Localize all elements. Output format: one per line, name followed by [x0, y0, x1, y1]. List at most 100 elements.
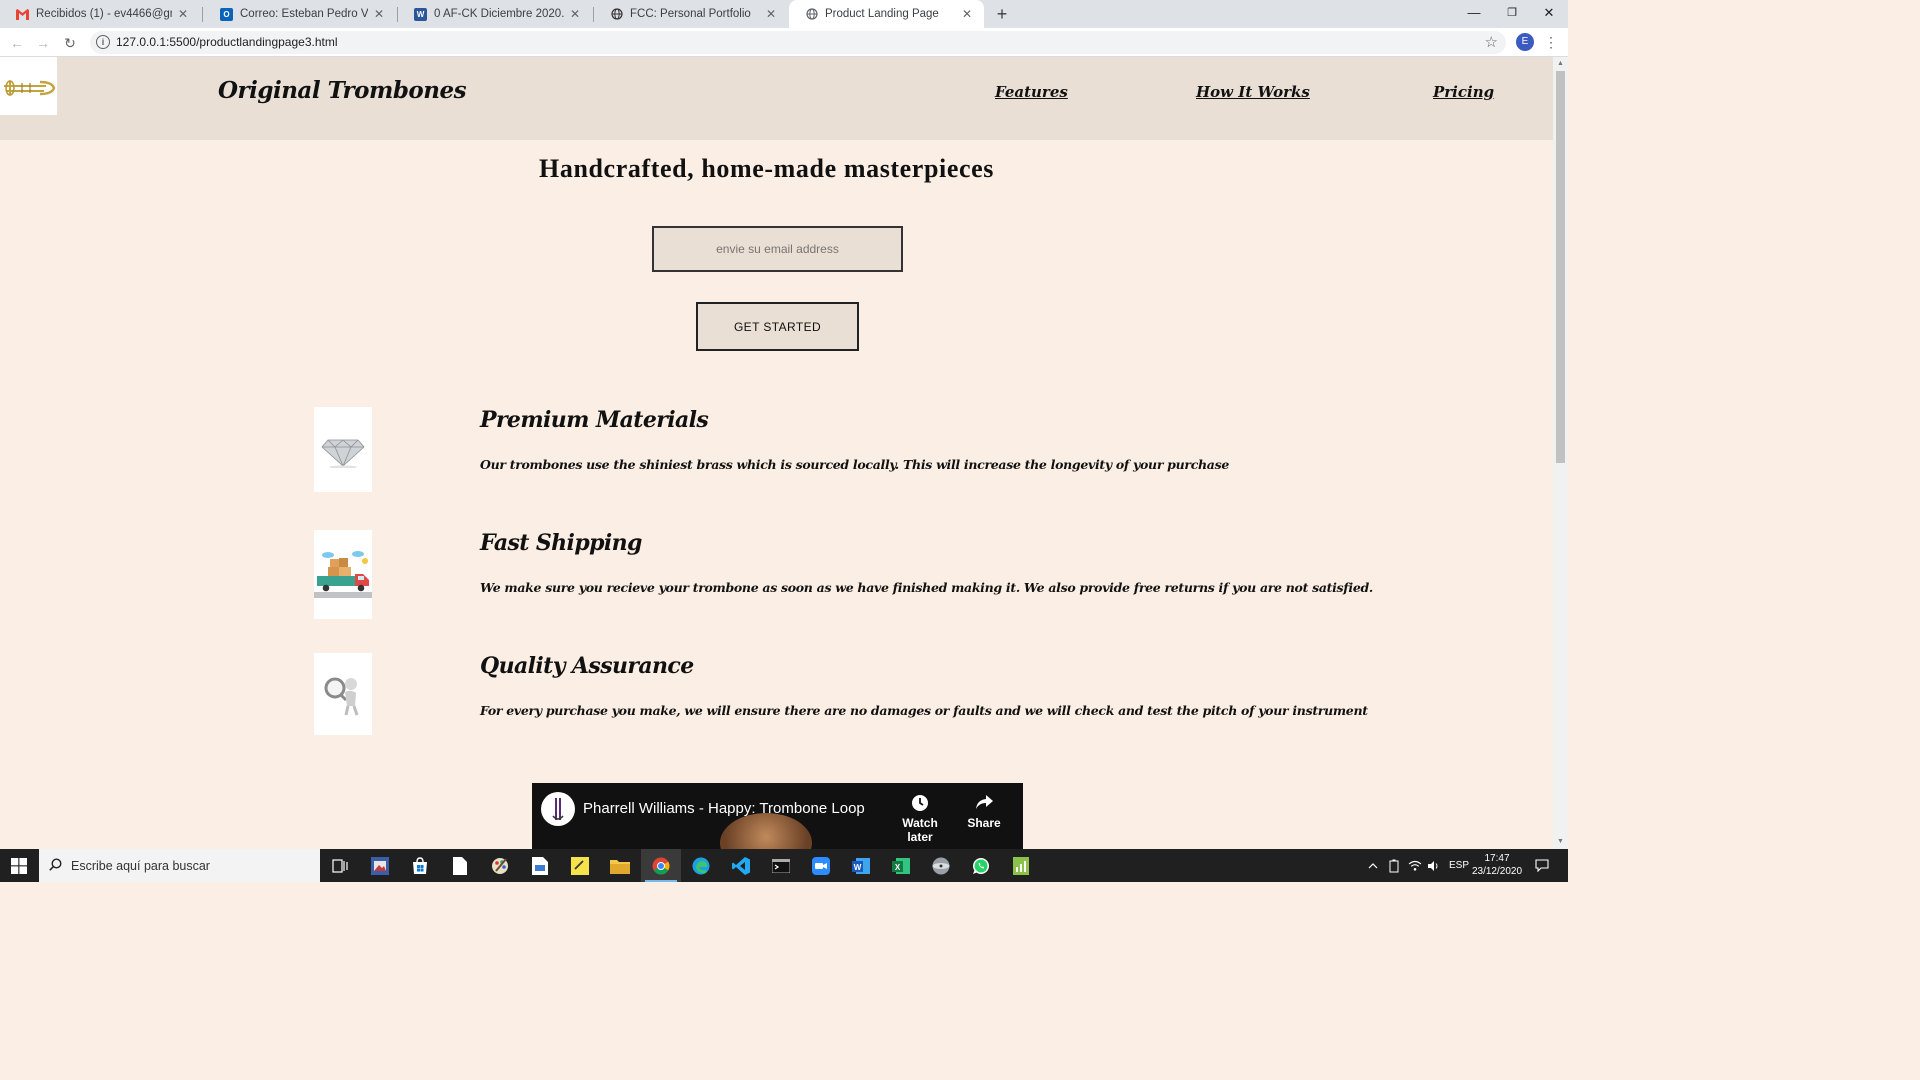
forward-arrow-icon[interactable]: → — [33, 33, 53, 53]
gmail-icon — [16, 8, 29, 21]
feature-description: For every purchase you make, we will ens… — [480, 703, 1368, 718]
maximize-button[interactable]: ❐ — [1493, 0, 1531, 28]
clock-time: 17:47 — [1484, 853, 1510, 864]
browser-tab-active[interactable]: Product Landing Page ✕ — [789, 0, 984, 28]
feature-description: We make sure you recieve your trombone a… — [480, 580, 1373, 595]
task-view-icon[interactable] — [320, 849, 360, 882]
feature-image — [314, 407, 372, 492]
bookmark-star-icon[interactable]: ☆ — [1485, 33, 1498, 51]
tab-divider — [202, 7, 203, 22]
chevron-up-icon — [1368, 862, 1378, 868]
window-close-button[interactable]: ✕ — [1530, 0, 1568, 28]
store-icon[interactable] — [400, 849, 440, 882]
profile-avatar[interactable]: E — [1516, 33, 1534, 51]
clock-icon — [888, 794, 952, 814]
word-icon[interactable]: W — [841, 849, 881, 882]
minimize-button[interactable]: — — [1455, 0, 1493, 28]
reload-icon[interactable]: ↻ — [60, 33, 80, 53]
volume-icon[interactable] — [1427, 849, 1440, 882]
excel-icon[interactable]: X — [881, 849, 921, 882]
browser-tab[interactable]: W 0 AF-CK Diciembre 2020.docx - Microsof… — [398, 0, 592, 28]
tab-title: Product Landing Page — [825, 8, 939, 20]
close-icon[interactable]: ✕ — [176, 7, 190, 21]
tab-title: Recibidos (1) - ev4466@gmail.com — [36, 8, 172, 20]
search-placeholder: Escribe aquí para buscar — [71, 858, 210, 873]
feature-title: Fast Shipping — [480, 530, 642, 556]
new-tab-button[interactable]: + — [992, 4, 1012, 24]
svg-text:W: W — [854, 863, 862, 872]
notification-icon[interactable] — [1535, 849, 1549, 882]
site-brand[interactable]: Original Trombones — [218, 77, 467, 104]
wifi-icon[interactable] — [1408, 849, 1422, 882]
language-indicator[interactable]: ESP — [1449, 849, 1469, 882]
svg-text:X: X — [895, 863, 901, 872]
tab-title: Correo: Esteban Pedro Villar - Outlook — [240, 8, 368, 20]
delivery-truck-icon — [314, 550, 372, 598]
scroll-down-arrow-icon[interactable]: ▼ — [1553, 835, 1568, 849]
paint-icon[interactable] — [480, 849, 520, 882]
feature-title: Premium Materials — [480, 407, 709, 433]
browser-tab[interactable]: Recibidos (1) - ev4466@gmail.com ✕ — [0, 0, 200, 28]
site-header: Original Trombones Features How It Works… — [0, 57, 1553, 140]
browser-tab-strip: Recibidos (1) - ev4466@gmail.com ✕ O Cor… — [0, 0, 1568, 28]
feature-description: Our trombones use the shiniest brass whi… — [480, 457, 1229, 472]
video-title[interactable]: Pharrell Williams - Happy: Trombone Loop — [583, 800, 865, 817]
zoom-icon[interactable] — [801, 849, 841, 882]
taskbar-search[interactable]: Escribe aquí para buscar — [39, 849, 320, 882]
vscode-icon[interactable] — [721, 849, 761, 882]
channel-avatar[interactable] — [541, 792, 575, 826]
whatsapp-icon[interactable] — [961, 849, 1001, 882]
word-icon: W — [414, 7, 427, 21]
trombone-logo[interactable] — [0, 57, 57, 115]
windows-start-button[interactable] — [0, 849, 38, 882]
chart-app-icon[interactable] — [1001, 849, 1041, 882]
taskbar-clock[interactable]: 17:47 23/12/2020 — [1470, 852, 1524, 878]
back-arrow-icon[interactable]: ← — [7, 33, 27, 53]
chrome-icon[interactable] — [641, 849, 681, 882]
edge-icon[interactable] — [681, 849, 721, 882]
outlook-icon: O — [220, 7, 233, 21]
page-scrollbar[interactable]: ▲ ▼ — [1553, 57, 1568, 849]
close-icon[interactable]: ✕ — [568, 7, 582, 21]
scroll-up-arrow-icon[interactable]: ▲ — [1553, 57, 1568, 71]
trombone-icon — [4, 80, 56, 96]
file-icon[interactable] — [440, 849, 480, 882]
photo-app-icon[interactable] — [360, 849, 400, 882]
windows-logo-icon — [11, 857, 27, 874]
magnifier-figure-icon — [324, 677, 359, 716]
tab-title: FCC: Personal Portfolio — [630, 8, 751, 20]
close-icon[interactable]: ✕ — [960, 7, 974, 21]
close-icon[interactable]: ✕ — [764, 7, 778, 21]
globe-icon — [610, 8, 623, 21]
diamond-icon — [321, 438, 365, 468]
address-bar[interactable]: i 127.0.0.1:5500/productlandingpage3.htm… — [90, 31, 1506, 54]
feature-image — [314, 653, 372, 735]
tab-title: 0 AF-CK Diciembre 2020.docx - Microsoft … — [434, 8, 564, 20]
disk-icon[interactable] — [921, 849, 961, 882]
nav-link-how-it-works[interactable]: How It Works — [1196, 83, 1310, 101]
scrollbar-thumb[interactable] — [1556, 71, 1565, 463]
menu-dots-icon[interactable]: ⋮ — [1544, 33, 1558, 51]
battery-icon[interactable] — [1389, 849, 1399, 882]
browser-tab[interactable]: O Correo: Esteban Pedro Villar - Outlook… — [204, 0, 396, 28]
nav-link-pricing[interactable]: Pricing — [1433, 83, 1494, 101]
notes-icon[interactable] — [520, 849, 560, 882]
video-embed[interactable]: Pharrell Williams - Happy: Trombone Loop… — [532, 783, 1023, 849]
terminal-icon[interactable] — [761, 849, 801, 882]
show-hidden-icons[interactable] — [1368, 849, 1378, 882]
file-explorer-icon[interactable] — [600, 849, 640, 882]
sticky-notes-icon[interactable] — [560, 849, 600, 882]
info-icon[interactable]: i — [96, 35, 110, 49]
watch-later-button[interactable]: Watch later — [888, 794, 952, 844]
globe-icon — [805, 8, 818, 21]
nav-link-features[interactable]: Features — [995, 83, 1068, 101]
url-text[interactable]: 127.0.0.1:5500/productlandingpage3.html — [116, 35, 338, 49]
clock-date: 23/12/2020 — [1471, 866, 1523, 877]
trombone-channel-icon — [552, 798, 564, 820]
share-button[interactable]: Share — [952, 794, 1016, 830]
get-started-button[interactable]: GET STARTED — [696, 302, 859, 351]
browser-tab[interactable]: FCC: Personal Portfolio ✕ — [594, 0, 788, 28]
feature-image — [314, 530, 372, 619]
email-input[interactable] — [652, 226, 903, 272]
close-icon[interactable]: ✕ — [372, 7, 386, 21]
